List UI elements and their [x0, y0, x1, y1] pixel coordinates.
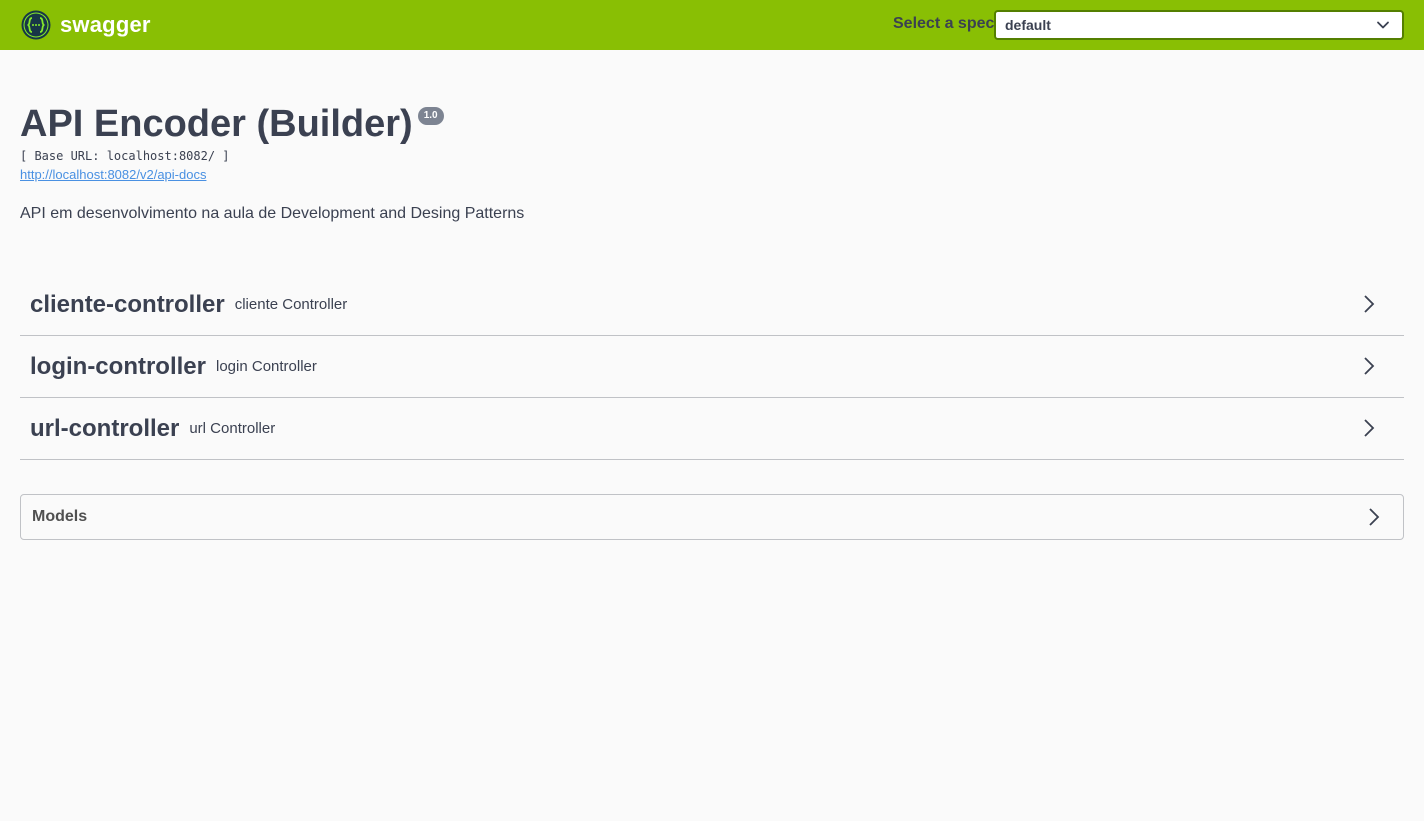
version-badge: 1.0	[417, 107, 444, 125]
swagger-logo[interactable]: swagger	[21, 10, 151, 40]
api-description: API em desenvolvimento na aula de Develo…	[20, 205, 525, 222]
tag-description: login Controller	[216, 358, 317, 375]
tag-url-controller[interactable]: url-controller url Controller	[20, 398, 1404, 460]
tag-cliente-controller[interactable]: cliente-controller cliente Controller	[20, 274, 1404, 336]
spec-select[interactable]: default	[994, 10, 1404, 40]
api-docs-link[interactable]: http://localhost:8082/v2/api-docs	[20, 167, 206, 182]
chevron-down-icon	[1377, 21, 1389, 29]
tag-name: login-controller	[30, 352, 206, 380]
title-row: API Encoder (Builder) 1.0	[20, 100, 1404, 148]
spec-select-value: default	[1005, 17, 1051, 33]
tag-list: cliente-controller cliente Controller lo…	[20, 274, 1404, 460]
tag-description: cliente Controller	[234, 296, 348, 313]
chevron-right-icon	[1364, 357, 1375, 375]
top-bar: swagger Select a spec default	[0, 0, 1424, 50]
tag-description: url Controller	[189, 420, 276, 437]
swagger-logo-icon	[21, 10, 51, 40]
api-info: API Encoder (Builder) 1.0 [ Base URL: lo…	[20, 100, 1404, 223]
tag-login-controller[interactable]: login-controller login Controller	[20, 336, 1404, 398]
chevron-right-icon	[1369, 508, 1380, 526]
tag-name: url-controller	[30, 414, 180, 442]
tag-name: cliente-controller	[30, 290, 225, 318]
select-spec-label: Select a spec	[893, 15, 995, 32]
chevron-right-icon	[1364, 295, 1375, 313]
logo-text: swagger	[60, 12, 151, 37]
page-title: API Encoder (Builder)	[20, 103, 413, 145]
models-title: Models	[32, 508, 88, 525]
base-url: [ Base URL: localhost:8082/ ]	[20, 149, 230, 163]
chevron-right-icon	[1364, 419, 1375, 437]
models-section[interactable]: Models	[20, 494, 1404, 540]
